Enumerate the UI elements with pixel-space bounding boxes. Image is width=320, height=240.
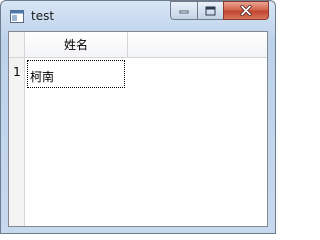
column-header-name[interactable]: 姓名 bbox=[25, 32, 128, 58]
table-cell-name[interactable]: 柯南 bbox=[27, 60, 125, 88]
close-icon bbox=[240, 5, 252, 16]
window-title: test bbox=[31, 9, 55, 23]
caption-buttons bbox=[170, 1, 269, 20]
maximize-icon bbox=[205, 6, 216, 15]
window-app-icon bbox=[10, 10, 24, 23]
minimize-icon bbox=[179, 10, 189, 13]
close-button[interactable] bbox=[223, 1, 269, 20]
row-header-1[interactable]: 1 bbox=[9, 58, 25, 86]
title-bar[interactable]: test bbox=[1, 1, 275, 31]
table-widget[interactable]: 姓名 1 柯南 bbox=[8, 31, 268, 227]
minimize-button[interactable] bbox=[170, 1, 197, 20]
app-window: test 姓名 1 柯南 bbox=[0, 0, 276, 234]
header-filler bbox=[128, 32, 267, 58]
maximize-button[interactable] bbox=[197, 1, 223, 20]
table-corner-button[interactable] bbox=[9, 32, 25, 58]
